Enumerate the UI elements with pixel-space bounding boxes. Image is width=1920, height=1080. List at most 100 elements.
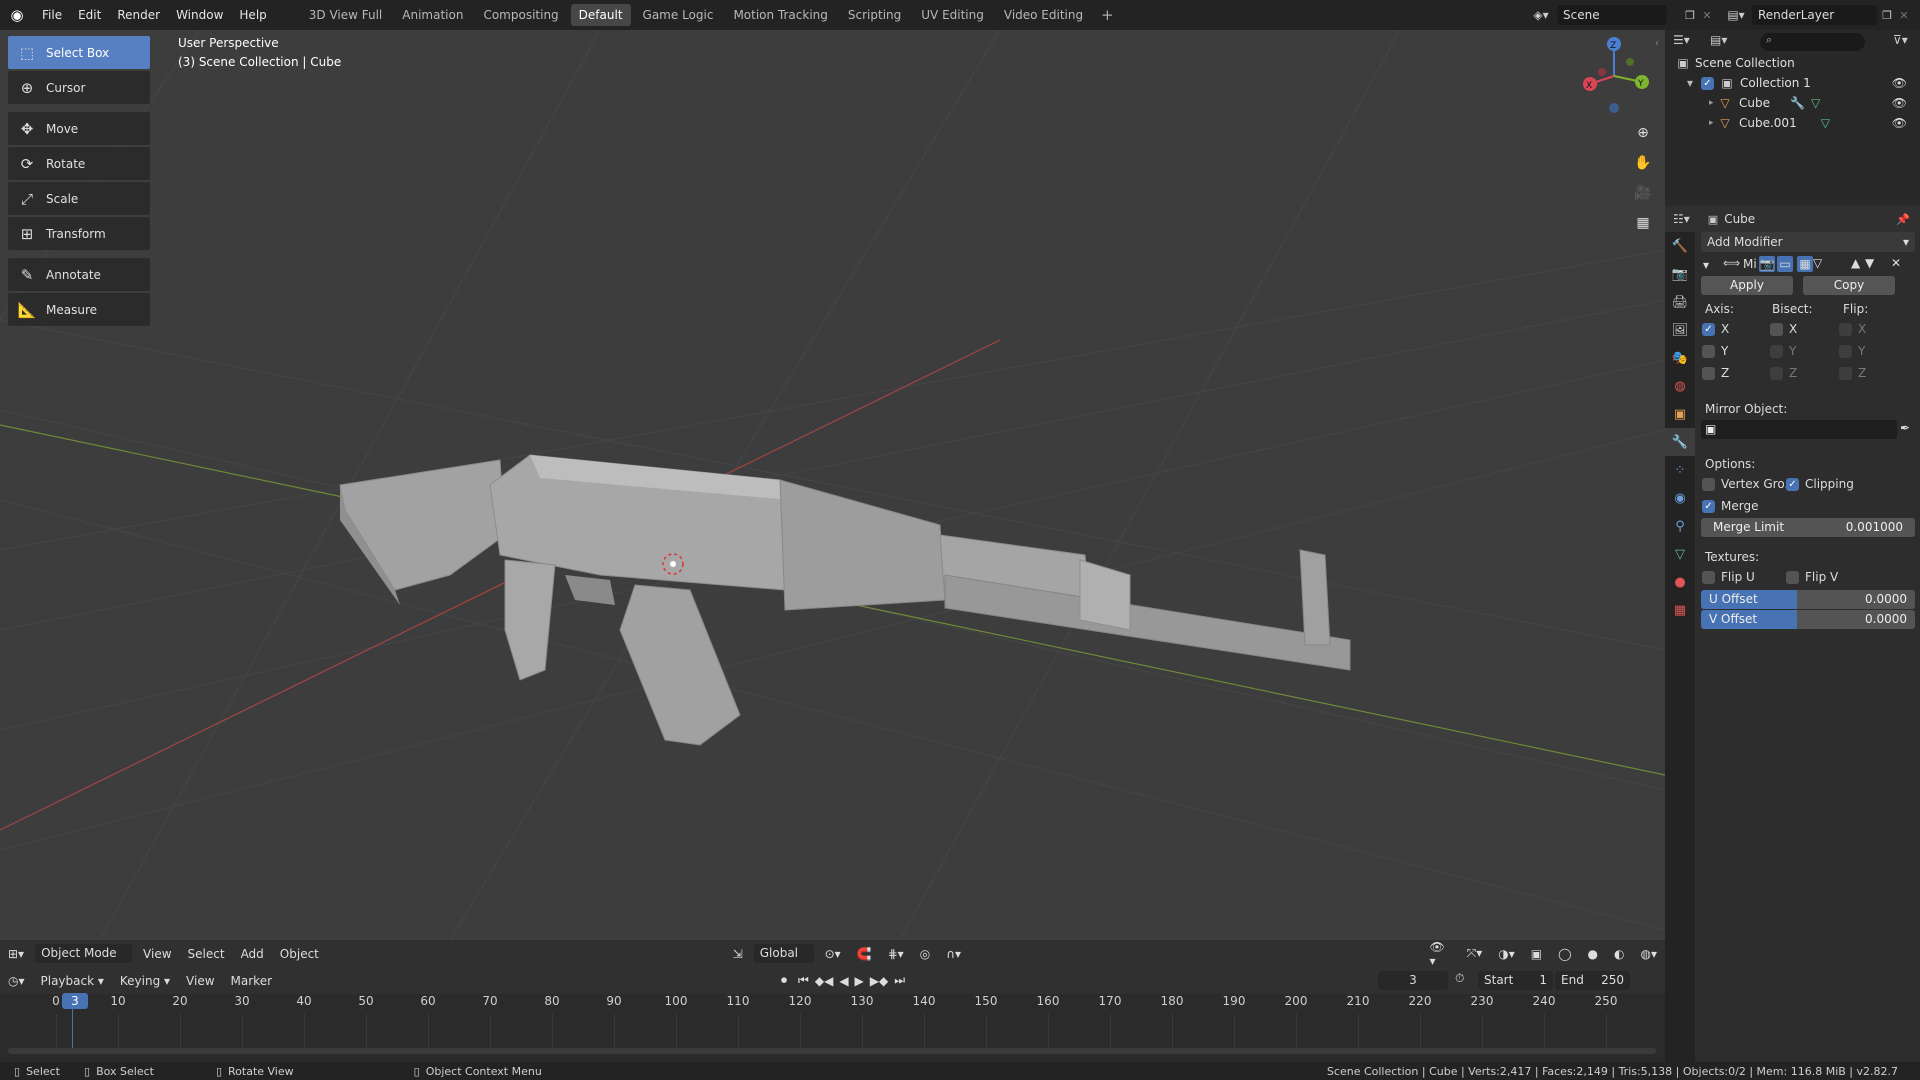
clipping-checkbox[interactable]: ✓ [1786,478,1799,491]
play-icon[interactable]: ▶ [852,974,867,988]
workspace-tab-motion-tracking[interactable]: Motion Tracking [725,4,835,26]
merge-checkbox[interactable]: ✓ [1702,500,1715,513]
3d-viewport[interactable]: User Perspective (3) Scene Collection | … [0,30,1665,940]
tool-move[interactable]: ✥ Move [8,112,150,145]
u-offset-field[interactable]: U Offset 0.0000 [1701,590,1915,609]
timeline-scrollbar[interactable] [8,1048,1656,1054]
ak-rifle-model[interactable] [339,454,1351,746]
delete-scene-icon[interactable]: ✕ [1700,5,1714,25]
view-layer-selector-icon[interactable]: ▤▾ [1722,5,1750,25]
solid-shading-icon[interactable]: ● [1580,947,1606,961]
proportional-edit-icon[interactable]: ◎ [912,947,938,961]
zoom-icon[interactable]: ⊕ [1630,120,1656,146]
tab-particles[interactable]: ⁘ [1665,456,1695,484]
outliner-editor-type-icon[interactable]: ☰▾ [1673,33,1690,47]
workspace-tab-scripting[interactable]: Scripting [840,4,909,26]
sidebar-toggle-icon[interactable]: ‹ [1655,38,1659,49]
camera-toggle-icon[interactable]: 📷 [1759,256,1775,272]
flip-v-checkbox[interactable] [1786,571,1799,584]
workspace-tab-game-logic[interactable]: Game Logic [635,4,722,26]
expand-arrow-icon[interactable]: ▾ [1687,74,1701,93]
filter-icon[interactable]: ⊽▾ [1893,33,1908,47]
tab-scene[interactable]: 🎭 [1665,344,1695,372]
properties-editor-type-icon[interactable]: ☷▾ [1665,212,1698,226]
apply-button[interactable]: Apply [1701,276,1793,295]
flip-x-checkbox[interactable] [1839,323,1852,336]
tab-constraints[interactable]: ⚲ [1665,512,1695,540]
timeline-area[interactable]: 0 10 20 30 40 50 60 70 80 90 100 110 120 130 140 150 160… [0,993,1665,1062]
editor-type-icon[interactable]: ⊞▾ [0,947,32,961]
pan-hand-icon[interactable]: ✋ [1630,150,1656,176]
add-modifier-dropdown[interactable]: Add Modifier ▾ [1701,232,1915,252]
outliner-scene-collection[interactable]: ▣ Scene Collection [1675,54,1794,73]
wireframe-shading-icon[interactable]: ◯ [1550,947,1579,961]
pin-icon[interactable]: 📌 [1896,213,1920,226]
navigation-gizmo[interactable]: Z Y X [1570,32,1650,122]
bisect-x-checkbox[interactable] [1770,323,1783,336]
workspace-tab-default[interactable]: Default [570,4,631,26]
outliner-object-cube-001[interactable]: ▸ ▽ Cube.001 ▽ 👁 [1709,114,1917,133]
flip-z-checkbox[interactable] [1839,367,1852,380]
timer-icon[interactable]: ⏱ [1455,971,1464,986]
menu-file[interactable]: File [34,0,70,30]
expand-arrow-icon[interactable]: ▸ [1709,94,1717,113]
delete-view-layer-icon[interactable]: ✕ [1897,5,1911,25]
outliner[interactable]: ☰▾ ▤▾ ⌕ ⊽▾ ▣ Scene Collection ▾ ✓ ▣ Collecti… [1665,30,1920,200]
workspace-tab-uv-editing[interactable]: UV Editing [913,4,992,26]
jump-end-icon[interactable]: ⏭ [891,973,908,988]
bisect-y-checkbox[interactable] [1770,345,1783,358]
timeline-editor-type-icon[interactable]: ◷▾ [0,974,33,988]
menu-add[interactable]: Add [233,947,272,961]
outliner-collection-1[interactable]: ▾ ✓ ▣ Collection 1 👁 [1687,74,1917,93]
mirror-object-field[interactable]: ▣ [1701,420,1897,439]
tool-cursor[interactable]: ⊕ Cursor [8,71,150,104]
render-layer-field[interactable]: RenderLayer [1752,5,1877,25]
menu-select[interactable]: Select [180,947,233,961]
menu-keying[interactable]: Keying ▾ [112,974,178,988]
tab-world[interactable]: ◍ [1665,372,1695,400]
display-toggle-icon[interactable]: ▭ [1777,256,1793,272]
copy-button[interactable]: Copy [1803,276,1895,295]
outliner-search-input[interactable]: ⌕ [1760,33,1865,51]
play-reverse-icon[interactable]: ◀ [836,974,851,988]
on-cage-icon[interactable]: ▽ [1813,256,1822,270]
pivot-point-icon[interactable]: ⊙▾ [817,947,849,961]
menu-object[interactable]: Object [272,947,327,961]
tool-scale[interactable]: ⤢ Scale [8,182,150,215]
snap-icon[interactable]: 🧲 [849,947,880,961]
transform-orientation-dropdown[interactable]: Global ▾ [753,944,814,979]
material-shading-icon[interactable]: ◐ [1606,947,1632,961]
current-frame-field[interactable]: 3 [1378,971,1448,990]
remove-modifier-icon[interactable]: ✕ [1891,256,1901,270]
xray-icon[interactable]: ▣ [1523,947,1550,961]
gizmo-toggle-icon[interactable]: ⤧▾ [1459,946,1491,961]
end-frame-field[interactable]: End 250 [1555,971,1630,990]
overlay-icon[interactable]: ◑▾ [1490,947,1523,961]
outliner-object-cube[interactable]: ▸ ▽ Cube 🔧 ▽ 👁 [1709,94,1917,113]
display-mode-icon[interactable]: ▤▾ [1710,33,1727,47]
menu-timeline-view[interactable]: View [178,974,222,988]
ortho-grid-icon[interactable]: ▦ [1630,210,1656,236]
tool-annotate[interactable]: ✎ Annotate [8,258,150,291]
tool-measure[interactable]: 📐 Measure [8,293,150,326]
tab-modifiers[interactable]: 🔧 [1665,428,1695,456]
menu-window[interactable]: Window [168,0,231,30]
visibility-icon[interactable]: 👁▾ [1421,940,1458,968]
workspace-tab-animation[interactable]: Animation [394,4,471,26]
axis-y-checkbox[interactable] [1702,345,1715,358]
expand-arrow-icon[interactable]: ▸ [1709,114,1717,133]
axis-z-checkbox[interactable] [1702,367,1715,380]
flip-u-checkbox[interactable] [1702,571,1715,584]
jump-start-icon[interactable]: ⏮ [795,973,812,988]
tab-view-layer[interactable]: 🖼 [1665,316,1695,344]
tool-rotate[interactable]: ⟳ Rotate [8,147,150,180]
workspace-tab-3d-view-full[interactable]: 3D View Full [301,4,391,26]
modifier-name-field[interactable]: Mi [1743,257,1757,271]
vertex-groups-checkbox[interactable] [1702,478,1715,491]
tool-transform[interactable]: ⊞ Transform [8,217,150,250]
snap-target-icon[interactable]: ⋕▾ [880,947,912,961]
record-icon[interactable]: ⏺ [773,973,795,988]
menu-marker[interactable]: Marker [223,974,280,988]
playhead-frame[interactable]: 3 [62,993,88,1009]
tab-render[interactable]: 📷 [1665,260,1695,288]
